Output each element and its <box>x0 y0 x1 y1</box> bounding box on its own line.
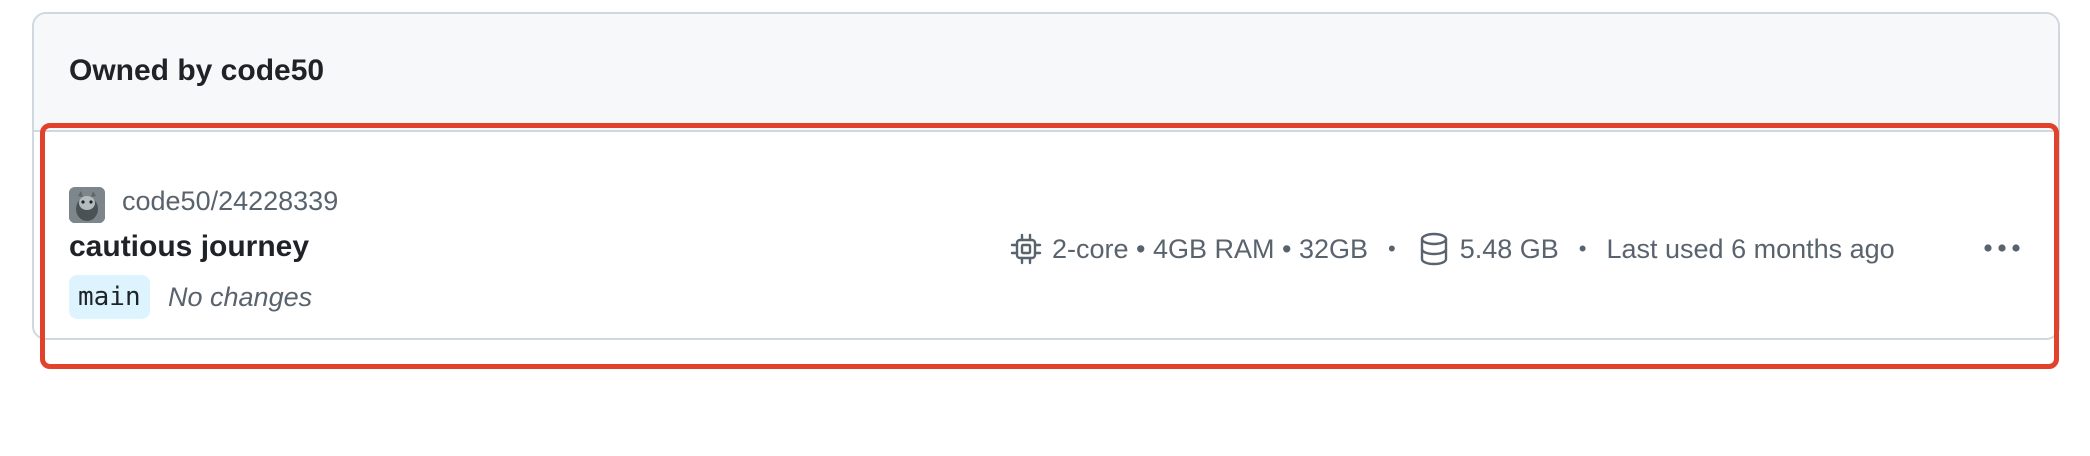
meta-separator: • <box>1388 236 1396 261</box>
repository-name[interactable]: code50/24228339 <box>122 186 338 217</box>
cpu-icon <box>1008 231 1044 267</box>
codespace-meta: 2-core • 4GB RAM • 32GB • 5.48 GB • Last… <box>1008 229 1895 269</box>
codespaces-panel: Owned by code50 code50/24228339 cautious… <box>32 12 2060 340</box>
meta-separator: • <box>1578 236 1587 261</box>
kebab-horizontal-icon <box>1984 244 2020 252</box>
changes-status: No changes <box>168 282 313 312</box>
machine-spec: 2-core • 4GB RAM • 32GB <box>1052 233 1369 264</box>
more-options-button[interactable] <box>1974 228 2030 268</box>
codespace-row[interactable]: code50/24228339 cautious journey main No… <box>34 132 2058 338</box>
branch-label: main <box>69 275 150 319</box>
last-used: Last used 6 months ago <box>1606 233 1895 264</box>
section-title: Owned by code50 <box>69 54 325 87</box>
storage-used: 5.48 GB <box>1459 233 1559 264</box>
codespace-name[interactable]: cautious journey <box>69 230 309 264</box>
panel-header: Owned by code50 <box>34 14 2058 132</box>
database-icon <box>1416 231 1452 267</box>
repo-owner-avatar <box>69 187 105 223</box>
